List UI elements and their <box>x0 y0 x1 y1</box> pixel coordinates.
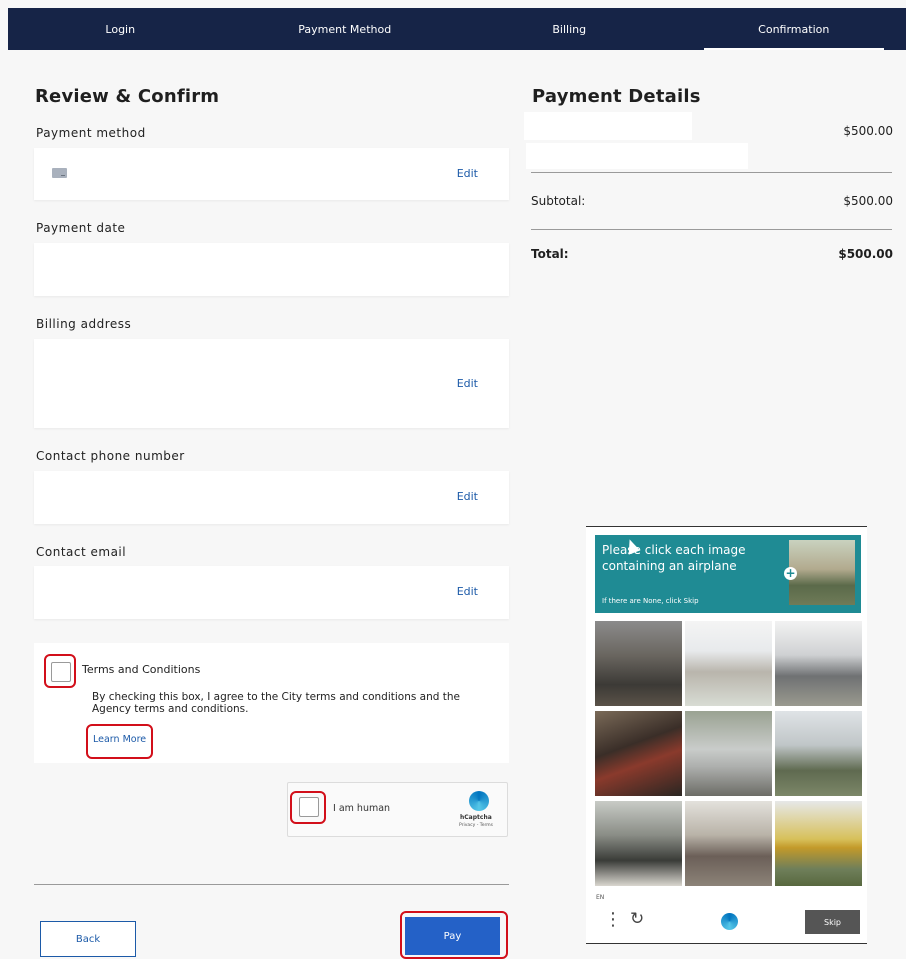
captcha-tile-6[interactable] <box>775 711 862 796</box>
subtotal-label: Subtotal: <box>531 194 586 208</box>
learn-more-link[interactable]: Learn More <box>93 734 146 745</box>
credit-card-icon <box>52 168 67 178</box>
edit-contact-email-link[interactable]: Edit <box>457 585 478 598</box>
contact-phone-label: Contact phone number <box>36 449 185 463</box>
step-login[interactable]: Login <box>8 8 233 50</box>
captcha-tile-7[interactable] <box>595 801 682 886</box>
contact-email-label: Contact email <box>36 545 127 559</box>
terms-checkbox[interactable] <box>51 662 71 682</box>
back-button[interactable]: Back <box>40 921 136 957</box>
captcha-tile-5[interactable] <box>685 711 772 796</box>
edit-billing-address-link[interactable]: Edit <box>457 377 478 390</box>
hcaptcha-label: I am human <box>333 803 391 814</box>
pay-button[interactable]: Pay <box>405 917 500 955</box>
billing-address-label: Billing address <box>36 317 132 331</box>
payment-details-title: Payment Details <box>532 86 701 107</box>
edit-contact-phone-link[interactable]: Edit <box>457 490 478 503</box>
payment-method-card: Edit <box>34 148 509 200</box>
contact-email-card: Edit <box>34 566 509 619</box>
billing-address-card: Edit <box>34 339 509 428</box>
plus-icon[interactable]: + <box>784 567 797 580</box>
form-divider <box>34 884 509 885</box>
captcha-tile-3[interactable] <box>775 621 862 706</box>
details-divider-2 <box>531 229 892 230</box>
terms-body: By checking this box, I agree to the Cit… <box>92 691 460 715</box>
contact-phone-card: Edit <box>34 471 509 524</box>
total-row: Total: $500.00 <box>531 247 893 261</box>
step-payment-method[interactable]: Payment Method <box>233 8 458 50</box>
subtotal-amount: $500.00 <box>843 194 893 208</box>
redacted-item-detail <box>526 143 748 169</box>
refresh-icon[interactable]: ↻ <box>630 909 644 929</box>
captcha-challenge: Please click each image containing an ai… <box>586 526 867 944</box>
hcaptcha-logo-icon <box>469 791 489 811</box>
step-confirmation[interactable]: Confirmation <box>682 8 906 50</box>
captcha-subtext: If there are None, click Skip <box>602 597 699 605</box>
terms-card: Terms and Conditions By checking this bo… <box>34 643 509 763</box>
captcha-tile-4[interactable] <box>595 711 682 796</box>
captcha-language[interactable]: EN <box>596 894 604 901</box>
total-amount: $500.00 <box>838 247 893 261</box>
hcaptcha-challenge-logo-icon <box>721 913 738 930</box>
captcha-tile-2[interactable] <box>685 621 772 706</box>
captcha-skip-button[interactable]: Skip <box>805 910 860 934</box>
hcaptcha-brand: hCaptcha <box>460 814 492 821</box>
hcaptcha-checkbox[interactable] <box>299 797 319 817</box>
captcha-example-image <box>789 540 855 605</box>
captcha-tile-8[interactable] <box>685 801 772 886</box>
payment-date-label: Payment date <box>36 221 126 235</box>
captcha-tile-9[interactable] <box>775 801 862 886</box>
terms-title: Terms and Conditions <box>82 663 201 676</box>
more-options-icon[interactable]: ⋮ <box>604 909 622 930</box>
redacted-item-name <box>524 112 692 140</box>
details-divider-1 <box>531 172 892 173</box>
payment-method-label: Payment method <box>36 126 146 140</box>
checkout-steps-nav: Login Payment Method Billing Confirmatio… <box>8 8 906 50</box>
step-billing[interactable]: Billing <box>457 8 682 50</box>
review-title: Review & Confirm <box>35 86 220 107</box>
payment-date-card <box>34 243 509 296</box>
edit-payment-method-link[interactable]: Edit <box>457 167 478 180</box>
item-amount: $500.00 <box>843 124 893 138</box>
hcaptcha-links[interactable]: Privacy - Terms <box>459 823 493 828</box>
subtotal-row: Subtotal: $500.00 <box>531 194 893 208</box>
hcaptcha-widget: I am human hCaptcha Privacy - Terms <box>287 782 508 837</box>
total-label: Total: <box>531 247 569 261</box>
captcha-tile-1[interactable] <box>595 621 682 706</box>
